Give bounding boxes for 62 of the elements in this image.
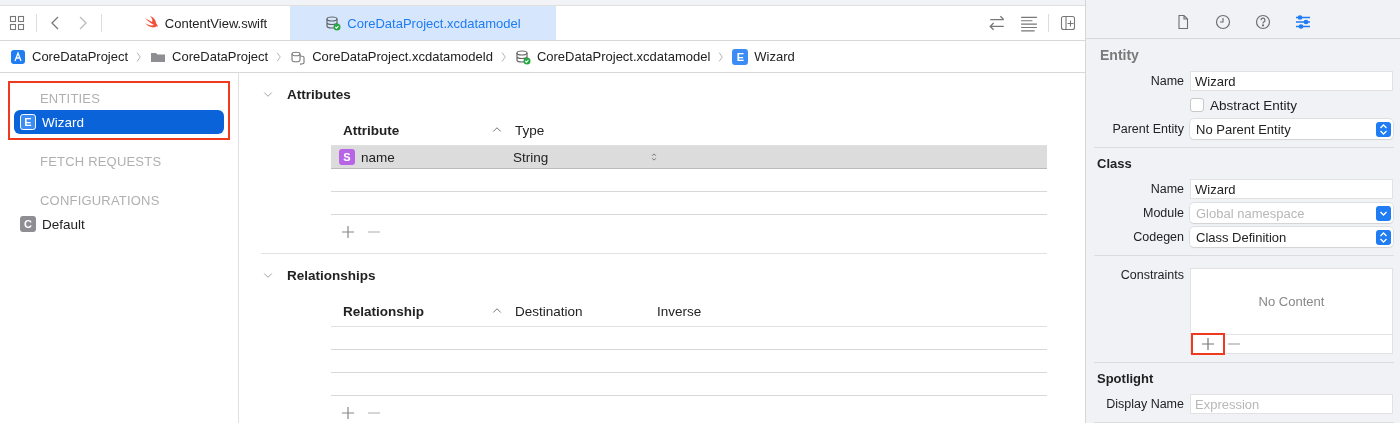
column-header[interactable]: Destination (515, 303, 657, 319)
field-label: Constraints (1119, 268, 1184, 282)
sidebar-item[interactable]: E Wizard (14, 110, 224, 134)
field-label: Module (1142, 206, 1184, 220)
field-label: Name (1149, 74, 1184, 88)
breadcrumb-item[interactable]: Wizard (754, 49, 795, 64)
app-icon (10, 48, 26, 65)
breadcrumb-item[interactable]: CoreDataProject (172, 49, 269, 64)
help-icon (1255, 13, 1271, 30)
empty-text: No Content (1258, 294, 1325, 309)
breadcrumb-item[interactable]: CoreDataProject (32, 49, 129, 64)
plus-icon (1201, 337, 1215, 351)
section-heading: CONFIGURATIONS (39, 192, 160, 210)
checkbox[interactable] (1190, 98, 1204, 112)
add-button[interactable] (1191, 333, 1225, 355)
section-title: Spotlight (1096, 370, 1155, 388)
lines-icon (1018, 14, 1040, 32)
document-icon (1175, 13, 1191, 30)
add-button[interactable] (339, 404, 357, 422)
field-label: Display Name (1105, 397, 1184, 411)
section-title: Class (1096, 155, 1133, 173)
letter-badge: E (20, 114, 36, 130)
breadcrumb-item[interactable]: CoreDataProject.xcdatamodeld (312, 49, 493, 64)
popup-button[interactable]: No Parent Entity (1190, 119, 1393, 139)
field-label: Codegen (1132, 230, 1184, 244)
clock-icon (1215, 13, 1231, 30)
section-heading: FETCH REQUESTS (39, 153, 162, 171)
breadcrumb-item[interactable]: CoreDataProject.xcdatamodel (536, 49, 711, 64)
entity-badge: E (732, 48, 749, 65)
database-icon (514, 48, 531, 65)
up-down-icon (1379, 231, 1388, 243)
database-icon (325, 15, 342, 31)
column-header[interactable]: Inverse (657, 303, 702, 319)
arrows-icon (988, 14, 1006, 32)
section-heading: ENTITIES (39, 90, 101, 108)
field-label: Parent Entity (1111, 122, 1184, 136)
sliders-icon (1295, 13, 1311, 30)
editor-tab[interactable]: ContentView.swift (120, 6, 290, 40)
text-field[interactable]: Wizard (1190, 71, 1393, 91)
section-title: Relationships (287, 267, 376, 283)
field-label: Name (1149, 182, 1184, 196)
popup-button[interactable]: Class Definition (1190, 227, 1393, 247)
grid-icon (9, 15, 25, 31)
column-header[interactable]: Type (515, 122, 545, 138)
text-field[interactable]: Wizard (1190, 179, 1393, 199)
column-header[interactable]: Relationship (343, 303, 424, 319)
add-button[interactable] (339, 223, 357, 241)
up-down-icon (1379, 123, 1388, 135)
checkbox-label: Abstract Entity (1210, 97, 1298, 113)
sidebar-item[interactable]: C Default (14, 212, 224, 236)
split-plus-icon (1060, 15, 1076, 31)
letter-badge: S (339, 149, 355, 165)
section-title: Attributes (287, 86, 351, 102)
column-header[interactable]: Attribute (343, 122, 400, 138)
plus-icon (341, 225, 355, 239)
up-down-icon (649, 152, 659, 162)
table-row[interactable]: S name String (331, 146, 1047, 169)
table-cell-text: name (361, 149, 396, 165)
section-title: Entity (1099, 46, 1140, 65)
plus-icon (341, 406, 355, 420)
table-cell-text: String (513, 149, 550, 165)
letter-badge: C (20, 216, 36, 232)
